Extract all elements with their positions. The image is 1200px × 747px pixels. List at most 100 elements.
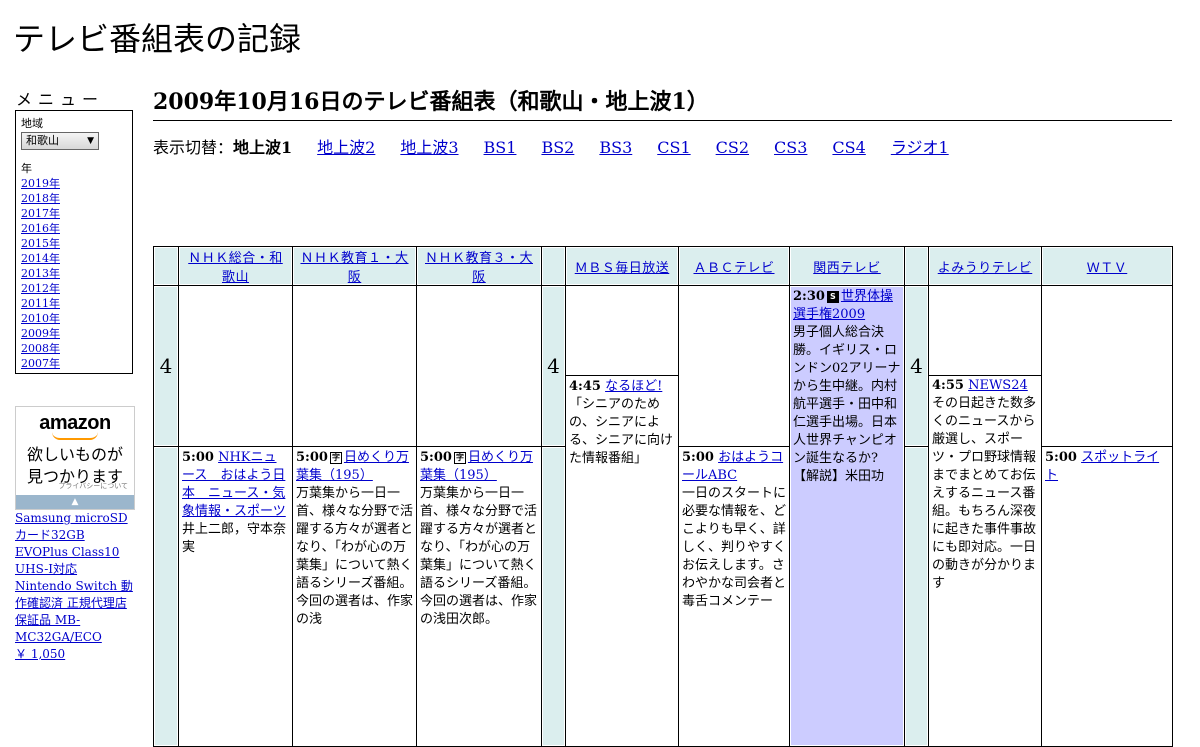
program-cell-empty — [417, 286, 542, 447]
program-cell: 4:45 なるほど! 「シニアのための、シニアによる、シニアに向けた情報番組」 — [566, 376, 679, 747]
switcher-current: 地上波1 — [233, 138, 293, 157]
program-cell-empty — [929, 286, 1042, 376]
hour-cell: 4 — [905, 286, 929, 447]
year-link[interactable]: 2010年 — [21, 312, 60, 325]
amazon-ad[interactable]: amazon 欲しいものが 見つかります プライバシーについて ▲ — [15, 406, 135, 510]
hour-cell — [905, 447, 929, 747]
program-time: 4:45 — [569, 379, 601, 394]
channel-link[interactable]: ＡＢＣテレビ — [693, 261, 774, 276]
channel-header: ＷＴＶ — [1042, 247, 1173, 286]
display-switcher: 表示切替：地上波1 地上波2 地上波3 BS1 BS2 BS3 CS1 CS2 CS3 CS4 ラジ… — [153, 134, 974, 158]
program-time: 5:00 — [682, 450, 714, 465]
program-cell-empty — [1042, 286, 1173, 447]
switcher-link-cs2[interactable]: CS2 — [716, 138, 749, 157]
region-select[interactable]: 和歌山 ▼ — [21, 132, 99, 150]
site-title: テレビ番組表の記録 — [13, 20, 302, 58]
switcher-link-chijoha2[interactable]: 地上波2 — [317, 138, 375, 157]
channel-header-row: ＮＨＫ総合・和歌山 ＮＨＫ教育１・大阪 ＮＨＫ教育３・大阪 ＭＢＳ毎日放送 ＡＢ… — [154, 247, 1173, 286]
subtitle-icon: 字 — [453, 452, 466, 464]
channel-header: ＡＢＣテレビ — [679, 247, 790, 286]
program-cell: 4:55 NEWS24 その日起きた数多くのニュースから厳選し、スポーツ・プロ野… — [929, 376, 1042, 747]
channel-link[interactable]: ＮＨＫ教育３・大阪 — [425, 251, 533, 285]
chevron-down-icon: ▼ — [87, 136, 94, 146]
time-row: 4 4 2:30 S 世界体操選手権2009 男子個人総合決勝。イギリス・ロンドン0… — [154, 286, 1173, 747]
channel-link[interactable]: ＮＨＫ総合・和歌山 — [188, 251, 283, 285]
program-cell-empty — [293, 286, 417, 447]
channel-link[interactable]: よみうりテレビ — [938, 261, 1033, 276]
year-link[interactable]: 2017年 — [21, 207, 60, 220]
channel-header: よみうりテレビ — [929, 247, 1042, 286]
switcher-link-bs2[interactable]: BS2 — [541, 138, 574, 157]
chevron-up-icon: ▲ — [71, 497, 79, 507]
channel-header: ＮＨＫ教育１・大阪 — [293, 247, 417, 286]
year-item: 2014年 — [21, 251, 127, 266]
year-item: 2018年 — [21, 191, 127, 206]
year-link[interactable]: 2015年 — [21, 237, 60, 250]
year-item: 2012年 — [21, 281, 127, 296]
switcher-link-cs3[interactable]: CS3 — [774, 138, 807, 157]
subtitle-icon: 字 — [329, 452, 342, 464]
program-cell: 5:00 字日めくり万葉集（195） 万葉集から一日一首、様々な分野で活躍する方々… — [293, 447, 417, 747]
menu-label: メニュー — [16, 90, 105, 109]
program-cell: 5:00 スポットライト — [1042, 447, 1173, 747]
year-link[interactable]: 2016年 — [21, 222, 60, 235]
switcher-link-cs1[interactable]: CS1 — [657, 138, 690, 157]
switcher-link-cs4[interactable]: CS4 — [832, 138, 865, 157]
program-desc: 井上二郎，守本奈実 — [182, 522, 287, 555]
program-cell-empty — [179, 286, 293, 447]
hour-header — [542, 247, 566, 286]
ad-expand-bar[interactable]: ▲ — [16, 495, 134, 509]
program-time: 5:00 — [420, 450, 452, 465]
amazon-logo: amazon — [39, 412, 111, 434]
hour-cell: 4 — [542, 286, 566, 447]
switcher-link-bs1[interactable]: BS1 — [484, 138, 517, 157]
year-item: 2007年 — [21, 356, 127, 371]
switcher-link-chijoha3[interactable]: 地上波3 — [400, 138, 458, 157]
program-title-link[interactable]: NEWS24 — [968, 378, 1028, 393]
year-link[interactable]: 2018年 — [21, 192, 60, 205]
hour-header — [154, 247, 179, 286]
year-link[interactable]: 2013年 — [21, 267, 60, 280]
program-desc: その日起きた数多くのニュースから厳選し、スポーツ・プロ野球情報までまとめてお伝え… — [932, 396, 1037, 591]
program-desc: 万葉集から一日一首、様々な分野で活躍する方々が選者となり、「わが心の万葉集」につ… — [296, 486, 414, 627]
program-desc: 万葉集から一日一首、様々な分野で活躍する方々が選者となり、「わが心の万葉集」につ… — [420, 486, 538, 627]
channel-header: 関西テレビ — [790, 247, 905, 286]
year-link[interactable]: 2009年 — [21, 327, 60, 340]
switcher-link-radio1[interactable]: ラジオ1 — [891, 138, 949, 157]
channel-link[interactable]: ＮＨＫ教育１・大阪 — [300, 251, 408, 285]
program-title-link[interactable]: なるほど! — [605, 379, 662, 394]
year-item: 2010年 — [21, 311, 127, 326]
switcher-label: 表示切替： — [153, 138, 234, 157]
ad-product-link[interactable]: Samsung microSDカード32GB EVOPlus Class10 U… — [15, 511, 133, 644]
ad-product-price[interactable]: ￥ 1,050 — [15, 647, 65, 661]
program-desc: 一日のスタートに必要な情報を、どこよりも早く、詳しく、判りやすくお伝えします。さ… — [682, 486, 787, 609]
channel-header: ＭＢＳ毎日放送 — [566, 247, 679, 286]
year-link[interactable]: 2014年 — [21, 252, 60, 265]
year-label: 年 — [21, 162, 32, 175]
program-cell-empty — [679, 286, 790, 447]
year-link[interactable]: 2011年 — [21, 297, 60, 310]
channel-link[interactable]: ＷＴＶ — [1087, 261, 1128, 276]
program-cell: 5:00 おはようコールABC 一日のスタートに必要な情報を、どこよりも早く、詳… — [679, 447, 790, 747]
program-desc: 「シニアのための、シニアによる、シニアに向けた情報番組」 — [569, 397, 674, 466]
program-time: 4:55 — [932, 378, 964, 393]
program-desc: 男子個人総合決勝。イギリス・ロンドン02アリーナから生中継。内村航平選手・田中和… — [793, 325, 901, 484]
year-link[interactable]: 2007年 — [21, 357, 60, 370]
year-link[interactable]: 2008年 — [21, 342, 60, 355]
ad-privacy-link[interactable]: プライバシーについて — [58, 481, 128, 491]
channel-link[interactable]: ＭＢＳ毎日放送 — [575, 261, 670, 276]
year-link[interactable]: 2019年 — [21, 177, 60, 190]
channel-link[interactable]: 関西テレビ — [813, 261, 881, 276]
program-cell: 5:00 NHKニュース おはよう日本 ニュース・気象情報・スポーツ 井上二郎，… — [179, 447, 293, 747]
year-item: 2008年 — [21, 341, 127, 356]
year-item: 2013年 — [21, 266, 127, 281]
stereo-icon: S — [826, 291, 839, 303]
hour-header — [905, 247, 929, 286]
program-time: 2:30 — [793, 289, 825, 304]
year-item: 2009年 — [21, 326, 127, 341]
program-time: 5:00 — [182, 450, 214, 465]
switcher-link-bs3[interactable]: BS3 — [599, 138, 632, 157]
year-item: 2015年 — [21, 236, 127, 251]
ad-product: Samsung microSDカード32GB EVOPlus Class10 U… — [15, 510, 137, 663]
year-link[interactable]: 2012年 — [21, 282, 60, 295]
